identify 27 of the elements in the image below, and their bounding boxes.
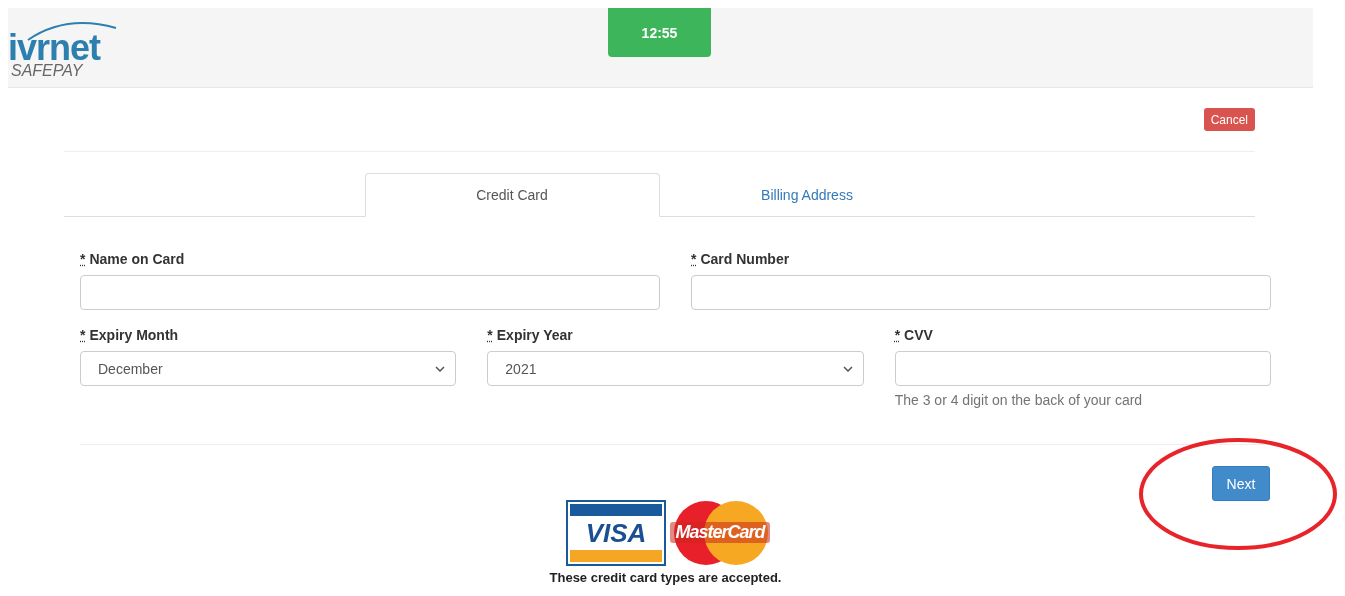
logo-subtitle: SAFEPAY [11,62,83,80]
chevron-down-icon [842,365,853,372]
select-field[interactable]: December [80,351,457,386]
input-field[interactable] [894,351,1271,386]
help-text: The 3 or 4 digit on the back of your card [894,392,1144,408]
chevron-down-icon [435,365,446,372]
field-label: Name on Card [89,251,185,267]
field-label: CVV [904,327,933,343]
tab[interactable]: Credit Card [364,173,660,217]
select-field[interactable]: 2021 [487,351,864,386]
field-label: Card Number [700,251,790,267]
required-mark: * [80,251,86,267]
mastercard-logo: MasterCard [668,500,772,566]
field-label: Expiry Year [496,327,573,343]
required-mark: * [691,251,697,267]
required-mark: * [894,327,901,343]
next-button[interactable]: Next [1212,466,1270,501]
required-mark: * [80,327,86,343]
visa-logo: VISA [566,500,666,566]
cancel-button[interactable]: Cancel [1203,108,1255,131]
tab[interactable]: Billing Address [659,173,955,217]
countdown-timer: 12:55 [608,8,711,57]
input-field[interactable] [80,275,660,310]
input-field[interactable] [691,275,1271,310]
field-label: Expiry Month [89,327,179,343]
accepted-cards-note: These credit card types are accepted. [548,570,783,585]
required-mark: * [487,327,493,343]
